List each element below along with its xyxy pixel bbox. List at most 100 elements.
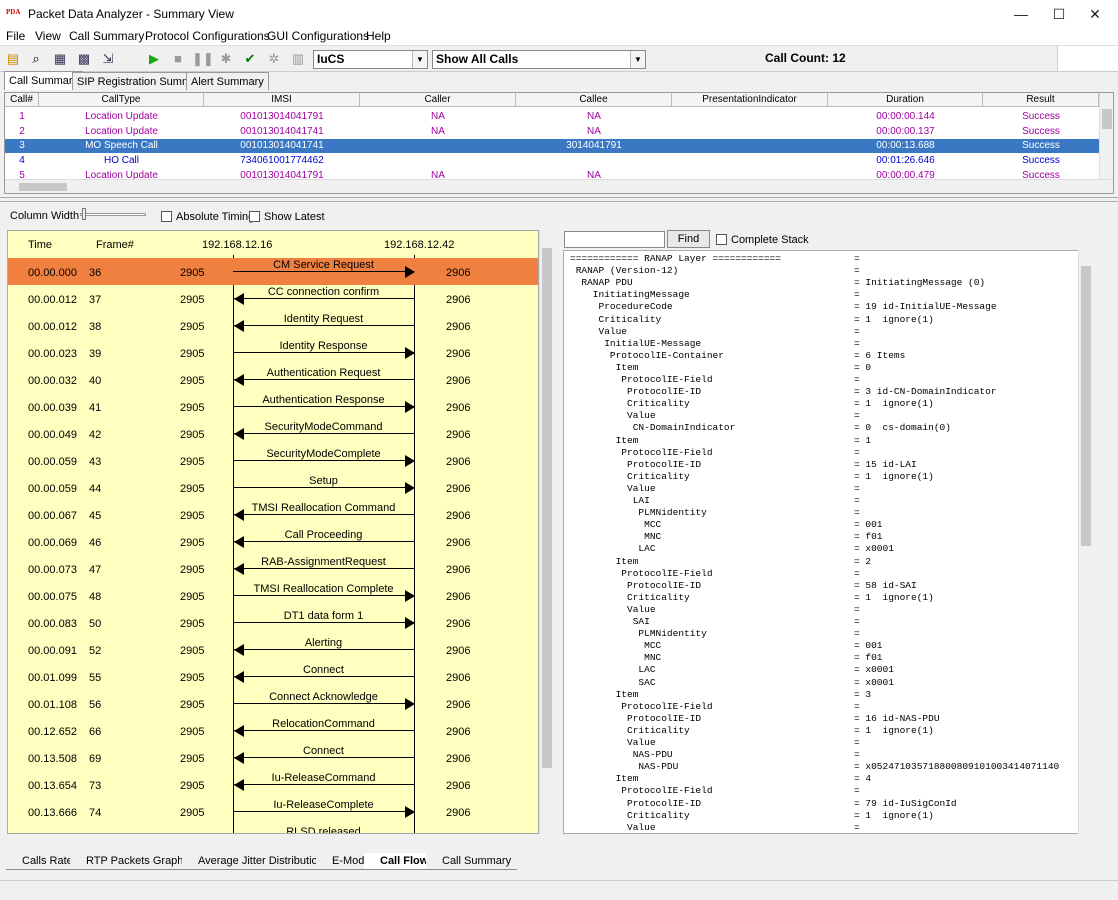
stop-icon[interactable]: ■ — [168, 49, 188, 69]
protocol-select[interactable]: IuCS ▼ — [313, 50, 428, 69]
flow-row[interactable]: 00.00.023 39 2905 2906 Identity Response — [8, 339, 538, 366]
flow-row[interactable]: 00.00.059 44 2905 2906 Setup — [8, 474, 538, 501]
menu-gui-configurations[interactable]: GUI Configurations — [267, 29, 369, 43]
sip-icon[interactable]: ✲ — [264, 49, 284, 69]
flow-row[interactable]: 00.13.666 74 2905 2906 Iu-ReleaseComplete — [8, 798, 538, 825]
table-row[interactable]: 4 HO Call 734061001774462 00:01:26.646 S… — [5, 154, 1099, 168]
close-button[interactable]: ✕ — [1072, 0, 1118, 28]
flow-row[interactable]: 00.00.069 46 2905 2906 Call Proceeding — [8, 528, 538, 555]
absolute-timing-checkbox[interactable] — [161, 211, 172, 222]
decode-field: Value — [570, 325, 628, 337]
flow-message-label: Alerting — [304, 637, 343, 649]
column-header-result[interactable]: Result — [983, 93, 1099, 107]
pane-splitter[interactable] — [0, 197, 1118, 202]
filter-icon[interactable]: ✱ — [216, 49, 236, 69]
column-header-presentation-indicator[interactable]: PresentationIndicator — [672, 93, 828, 107]
table-row[interactable]: 5 Location Update 001013014041791 NA NA … — [5, 169, 1099, 179]
call-filter-select[interactable]: Show All Calls ▼ — [432, 50, 646, 69]
grid-vertical-scrollbar[interactable] — [1099, 93, 1113, 179]
decode-field: ProtocolIE-Field — [570, 446, 713, 458]
flow-row[interactable]: 00.01.108 56 2905 2906 Connect Acknowledge — [8, 690, 538, 717]
menu-view[interactable]: View — [35, 29, 61, 43]
flow-row[interactable]: 00.00.073 47 2905 2906 RAB-AssignmentRequest — [8, 555, 538, 582]
export-icon[interactable]: ⇲ — [98, 49, 118, 69]
column-header-callee[interactable]: Callee — [516, 93, 672, 107]
column-header-call-number[interactable]: Call# — [5, 93, 39, 107]
table-row[interactable]: 1 Location Update 001013014041791 NA NA … — [5, 110, 1099, 124]
set-icon[interactable]: ✔ — [240, 49, 260, 69]
complete-stack-checkbox[interactable] — [716, 234, 727, 245]
decode-value: = — [854, 446, 860, 458]
chevron-down-icon[interactable]: ▼ — [630, 51, 645, 68]
flow-message-label: Identity Response — [279, 340, 368, 352]
arrow-left-icon — [234, 536, 244, 548]
decode-field: Value — [570, 821, 656, 833]
column-header-call-type[interactable]: CallType — [39, 93, 204, 107]
find-input[interactable] — [564, 231, 665, 248]
table-row-selected[interactable]: 3 MO Speech Call 001013014041741 3014041… — [5, 139, 1099, 153]
flow-arrow-line — [233, 568, 414, 569]
tab-average-jitter-distribution[interactable]: Average Jitter Distribution — [182, 853, 330, 870]
call-graph-icon[interactable]: ▦ — [50, 49, 70, 69]
chevron-down-icon[interactable]: ▼ — [412, 51, 427, 68]
open-file-icon[interactable]: ▤ — [3, 49, 23, 69]
scrollbar-thumb[interactable] — [1081, 266, 1091, 546]
decode-field: ProcedureCode — [570, 301, 673, 313]
flow-row[interactable]: 00.13.654 73 2905 2906 Iu-ReleaseCommand — [8, 771, 538, 798]
find-icon[interactable]: ⌕ — [26, 49, 46, 69]
decode-value: = 6 Items — [854, 349, 906, 361]
show-latest-checkbox[interactable] — [249, 211, 260, 222]
find-button[interactable]: Find — [667, 230, 710, 248]
flow-src-port: 2905 — [180, 456, 205, 468]
cell-presentation-indicator — [672, 154, 828, 168]
arrow-left-icon — [234, 833, 244, 834]
scrollbar-thumb[interactable] — [19, 183, 67, 191]
flow-row[interactable]: 00.00.049 42 2905 2906 SecurityModeCommand — [8, 420, 538, 447]
table-row[interactable]: 2 Location Update 001013014041741 NA NA … — [5, 125, 1099, 139]
flow-row[interactable]: 00.13.6797529052906RLSD released — [8, 825, 538, 834]
flow-row[interactable]: 00.00.059 43 2905 2906 SecurityModeComplete — [8, 447, 538, 474]
play-icon[interactable]: ▶ — [144, 49, 164, 69]
flow-row[interactable]: 00.00.012 38 2905 2906 Identity Request — [8, 312, 538, 339]
column-width-slider-handle[interactable] — [82, 208, 86, 220]
flow-frame: 40 — [89, 375, 102, 387]
tab-call-summary-bottom[interactable]: Call Summary — [426, 853, 518, 870]
flow-row[interactable]: 00.00.032 40 2905 2906 Authentication Reques… — [8, 366, 538, 393]
decode-vertical-scrollbar[interactable] — [1078, 250, 1093, 834]
menu-file[interactable]: File — [6, 29, 25, 43]
menu-call-summary[interactable]: Call Summary — [69, 29, 144, 43]
flow-frame: 69 — [89, 753, 102, 765]
call-flow-vertical-scrollbar[interactable] — [539, 230, 554, 834]
flow-row[interactable]: 00.00.067 45 2905 2906 TMSI Reallocation Com… — [8, 501, 538, 528]
column-width-slider[interactable] — [80, 213, 146, 216]
flow-row[interactable]: 00.12.652 66 2905 2906 RelocationCommand — [8, 717, 538, 744]
flow-row[interactable]: 00.00.012 37 2905 2906 CC connection confirm — [8, 285, 538, 312]
flow-row[interactable]: 00.00.075 48 2905 2906 TMSI Reallocation Com… — [8, 582, 538, 609]
flow-row[interactable]: 00.01.099 55 2905 2906 Connect — [8, 663, 538, 690]
tab-call-flow[interactable]: Call Flow — [364, 853, 435, 870]
pause-icon[interactable]: ❚❚ — [192, 49, 214, 69]
flow-header-time: Time — [28, 239, 53, 251]
flow-row[interactable]: 00.00.083 50 2905 2906 DT1 data form 1 — [8, 609, 538, 636]
flow-row[interactable]: 00.00.091 52 2905 2906 Alerting — [8, 636, 538, 663]
column-header-duration[interactable]: Duration — [828, 93, 983, 107]
flow-row[interactable]: 00.13.508 69 2905 2906 Connect — [8, 744, 538, 771]
column-header-caller[interactable]: Caller — [360, 93, 516, 107]
flow-row-selected[interactable]: 00.00.000 36 2905 2906 CM Service Request — [8, 258, 538, 285]
tab-alert-summary[interactable]: Alert Summary — [186, 72, 269, 90]
arrow-left-icon — [234, 644, 244, 656]
scrollbar-thumb[interactable] — [542, 248, 552, 768]
grid-horizontal-scrollbar[interactable] — [5, 179, 1113, 193]
menu-protocol-configurations[interactable]: Protocol Configurations — [145, 29, 270, 43]
scrollbar-thumb[interactable] — [1102, 109, 1112, 129]
flow-time: 00.13.654 — [28, 780, 77, 792]
flow-dst-port: 2906 — [446, 294, 471, 306]
tab-calls-rate[interactable]: Calls Rate — [6, 853, 79, 870]
trash-icon[interactable]: ▥ — [288, 49, 308, 69]
flow-row[interactable]: 00.00.039 41 2905 2906 Authentication Respon… — [8, 393, 538, 420]
menu-help[interactable]: Help — [366, 29, 391, 43]
tab-rtp-packets-graph[interactable]: RTP Packets Graph — [70, 853, 190, 870]
column-header-imsi[interactable]: IMSI — [204, 93, 360, 107]
kpi-icon[interactable]: ▩ — [74, 49, 94, 69]
flow-arrow-line — [233, 784, 414, 785]
